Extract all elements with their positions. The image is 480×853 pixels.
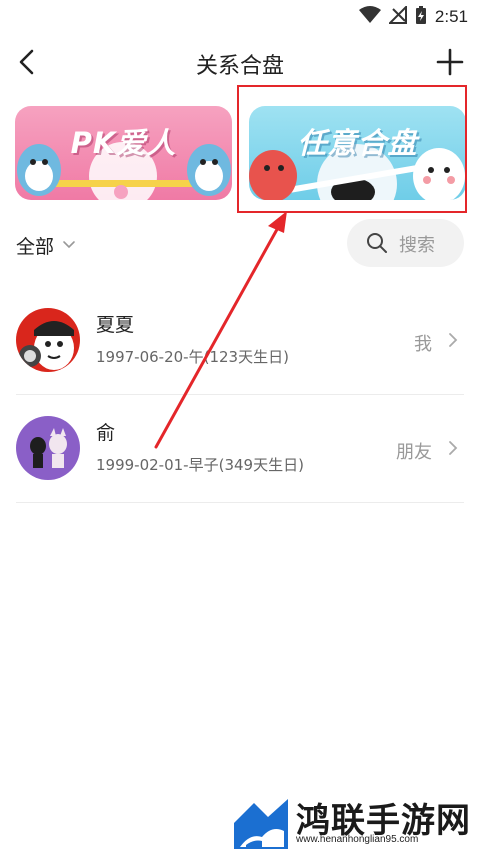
contact-name: 俞 [96,422,116,444]
search-placeholder: 搜索 [399,235,435,256]
status-time: 2:51 [434,7,468,26]
status-icons: 2:51 [358,4,468,29]
watermark-logo [234,799,288,849]
add-button[interactable] [434,46,466,78]
contact-relation: 我 [414,334,432,355]
pk-lover-banner[interactable]: PK爱人 [15,106,232,200]
watermark-url: www.henanhonglian95.com [296,834,419,845]
divider [16,502,464,503]
chevron-right-icon [449,441,458,455]
watermark: 鸿联手游网 www.henanhonglian95.com [232,793,480,853]
highlight-box [237,85,467,213]
contact-birth-info: 1997-06-20-午(123天生日) [96,348,289,366]
contact-name: 夏夏 [96,314,135,336]
battery-charging-icon [415,5,427,29]
filter-dropdown[interactable]: 全部 [16,232,76,258]
contact-birth-info: 1999-02-01-早子(349天生日) [96,456,304,474]
wifi-icon [358,6,381,28]
contact-row[interactable]: 俞 1999-02-01-早子(349天生日) 朋友 [0,396,480,502]
avatar [16,416,80,480]
header: 关系合盘 [0,38,480,86]
no-signal-icon [387,4,407,28]
status-bar: 2:51 [0,0,480,34]
contact-row[interactable]: 夏夏 1997-06-20-午(123天生日) 我 [0,288,480,394]
avatar [16,308,80,372]
search-box[interactable]: 搜索 [347,219,464,267]
divider [16,394,464,395]
banner-label: PK爱人 [70,126,177,160]
filter-label: 全部 [16,235,55,258]
chevron-down-icon [63,241,75,249]
plus-icon [436,48,464,76]
contact-relation: 朋友 [396,442,432,463]
page-title: 关系合盘 [195,54,284,79]
search-icon [367,233,387,253]
chevron-right-icon [449,333,458,347]
